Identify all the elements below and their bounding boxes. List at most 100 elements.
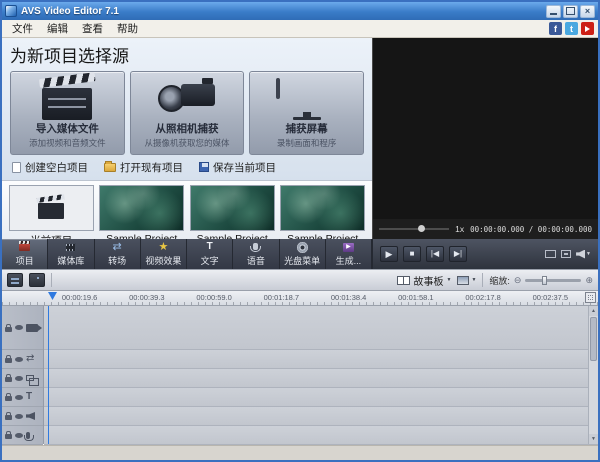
zoom-slider[interactable] bbox=[525, 279, 581, 282]
zoom-control: 缩放: ⊖ ⊕ bbox=[489, 274, 593, 287]
lock-icon[interactable] bbox=[5, 358, 12, 363]
next-icon: ▶| bbox=[454, 250, 462, 258]
facebook-icon[interactable]: f bbox=[549, 22, 562, 35]
seek-slider[interactable] bbox=[379, 228, 449, 230]
overlay-track-header bbox=[2, 369, 43, 388]
twitter-glyph: t bbox=[570, 24, 573, 34]
timeline-area: ⇄ T bbox=[2, 306, 598, 444]
lock-icon[interactable] bbox=[5, 396, 12, 401]
tab-project-label: 项目 bbox=[16, 254, 34, 267]
voice-track-header bbox=[2, 426, 43, 445]
audio-track-row[interactable] bbox=[44, 407, 598, 426]
save-current-project-link[interactable]: 保存当前项目 bbox=[199, 160, 276, 175]
toolbar-separator bbox=[482, 273, 483, 287]
transition-track-row[interactable] bbox=[44, 350, 598, 369]
previous-icon: |◀ bbox=[431, 250, 439, 258]
split-clip-icon[interactable] bbox=[29, 273, 45, 287]
lock-icon[interactable] bbox=[5, 327, 12, 332]
menu-edit[interactable]: 编辑 bbox=[41, 20, 74, 37]
maximize-button[interactable] bbox=[563, 5, 578, 18]
status-bar bbox=[2, 444, 598, 460]
previous-button[interactable]: |◀ bbox=[426, 246, 444, 262]
lock-icon[interactable] bbox=[5, 377, 12, 382]
text-track-row[interactable] bbox=[44, 388, 598, 407]
zoom-out-icon[interactable]: ⊖ bbox=[514, 275, 522, 286]
visibility-icon[interactable] bbox=[15, 433, 23, 438]
twitter-icon[interactable]: t bbox=[565, 22, 578, 35]
scrollbar-thumb[interactable] bbox=[590, 317, 597, 361]
menu-view[interactable]: 查看 bbox=[76, 20, 109, 37]
visibility-icon[interactable] bbox=[15, 414, 23, 419]
lock-icon[interactable] bbox=[5, 415, 12, 420]
tab-voice[interactable]: 语音 bbox=[233, 239, 279, 269]
sample-project-card[interactable]: Sample Project bbox=[280, 185, 367, 239]
current-project-card[interactable]: 当前项目 bbox=[8, 185, 95, 239]
stop-icon: ■ bbox=[410, 250, 415, 258]
sample-project-card[interactable]: Sample Project bbox=[99, 185, 186, 239]
preview-panel: 1x 00:00:00.000 / 00:00:00.000 bbox=[372, 38, 598, 239]
voice-tab-icon bbox=[253, 241, 258, 253]
visibility-icon[interactable] bbox=[15, 357, 23, 362]
open-existing-project-label: 打开现有项目 bbox=[120, 160, 183, 175]
next-button[interactable]: ▶| bbox=[449, 246, 467, 262]
playback-speed: 1x bbox=[455, 224, 464, 234]
youtube-icon[interactable] bbox=[581, 22, 594, 35]
capture-screen-button[interactable]: 捕获屏幕 录制画面和程序 bbox=[249, 71, 364, 155]
sample-project-card[interactable]: Sample Project bbox=[189, 185, 276, 239]
lock-icon[interactable] bbox=[5, 434, 12, 439]
volume-button[interactable]: ▼ bbox=[576, 250, 591, 259]
save-current-project-label: 保存当前项目 bbox=[213, 160, 276, 175]
audio-track-icon bbox=[26, 412, 35, 420]
snapshot-button[interactable] bbox=[545, 250, 556, 258]
overlay-track-row[interactable] bbox=[44, 369, 598, 388]
sample-project-thumbnail bbox=[99, 185, 184, 231]
tab-project[interactable]: 项目 bbox=[2, 239, 48, 269]
capture-screen-title: 捕获屏幕 bbox=[286, 121, 328, 136]
zoom-slider-handle[interactable] bbox=[542, 276, 547, 285]
storyboard-label: 故事板 bbox=[413, 273, 443, 288]
vertical-scrollbar[interactable]: ▲ ▼ bbox=[588, 306, 598, 444]
import-media-button[interactable]: 导入媒体文件 添加视频和音频文件 bbox=[10, 71, 125, 155]
sample-project-thumbnail bbox=[280, 185, 365, 231]
text-tab-icon: T bbox=[207, 241, 213, 253]
visibility-icon[interactable] bbox=[15, 325, 23, 330]
video-track-icon bbox=[26, 324, 38, 332]
capture-camera-subtitle: 从摄像机获取您的媒体 bbox=[145, 137, 230, 149]
close-button[interactable]: × bbox=[580, 5, 595, 18]
welcome-panel: 为新项目选择源 导入媒体文件 添加视频和音频文件 从照相机捕获 从摄像机获取您的… bbox=[2, 38, 372, 239]
play-button[interactable]: ▶ bbox=[380, 246, 398, 262]
tab-produce-label: 生成... bbox=[336, 254, 362, 267]
scroll-down-icon[interactable]: ▼ bbox=[589, 434, 598, 444]
tab-transitions[interactable]: ⇄ 转场 bbox=[95, 239, 141, 269]
fullscreen-button[interactable] bbox=[561, 250, 571, 258]
tab-video-effects[interactable]: ★ 视频效果 bbox=[141, 239, 187, 269]
stop-button[interactable]: ■ bbox=[403, 246, 421, 262]
fit-timeline-icon[interactable] bbox=[585, 292, 596, 303]
voice-track-row[interactable] bbox=[44, 426, 598, 445]
tab-disc-menu[interactable]: 光盘菜单 bbox=[280, 239, 326, 269]
create-blank-project-label: 创建空白项目 bbox=[25, 160, 88, 175]
minimize-button[interactable] bbox=[546, 5, 561, 18]
zoom-in-icon[interactable]: ⊕ bbox=[585, 275, 593, 286]
view-mode-button[interactable]: ▼ bbox=[457, 276, 476, 285]
seek-handle[interactable] bbox=[418, 225, 425, 232]
visibility-icon[interactable] bbox=[15, 376, 23, 381]
ruler-tick: 00:00:59.0 bbox=[181, 291, 248, 305]
tab-media-library[interactable]: 媒体库 bbox=[48, 239, 94, 269]
create-blank-project-link[interactable]: 创建空白项目 bbox=[12, 160, 88, 175]
capture-camera-button[interactable]: 从照相机捕获 从摄像机获取您的媒体 bbox=[130, 71, 245, 155]
timeline-ruler[interactable]: 00:00:19.6 00:00:39.3 00:00:59.0 00:01:1… bbox=[2, 291, 598, 306]
tab-text[interactable]: T 文字 bbox=[187, 239, 233, 269]
storyboard-toggle[interactable]: 故事板 ▼ bbox=[397, 273, 451, 288]
tab-produce[interactable]: ▶ 生成... bbox=[326, 239, 372, 269]
video-track-row[interactable] bbox=[44, 306, 598, 350]
zoom-label: 缩放: bbox=[489, 274, 510, 287]
menu-file[interactable]: 文件 bbox=[6, 20, 39, 37]
import-media-subtitle: 添加视频和音频文件 bbox=[29, 137, 106, 149]
menu-help[interactable]: 帮助 bbox=[111, 20, 144, 37]
add-to-timeline-icon[interactable] bbox=[7, 273, 23, 287]
scroll-up-icon[interactable]: ▲ bbox=[589, 306, 598, 316]
open-existing-project-link[interactable]: 打开现有项目 bbox=[104, 160, 183, 175]
main-tabs: 项目 媒体库 ⇄ 转场 ★ 视频效果 T 文字 语音 bbox=[2, 239, 372, 269]
visibility-icon[interactable] bbox=[15, 395, 23, 400]
